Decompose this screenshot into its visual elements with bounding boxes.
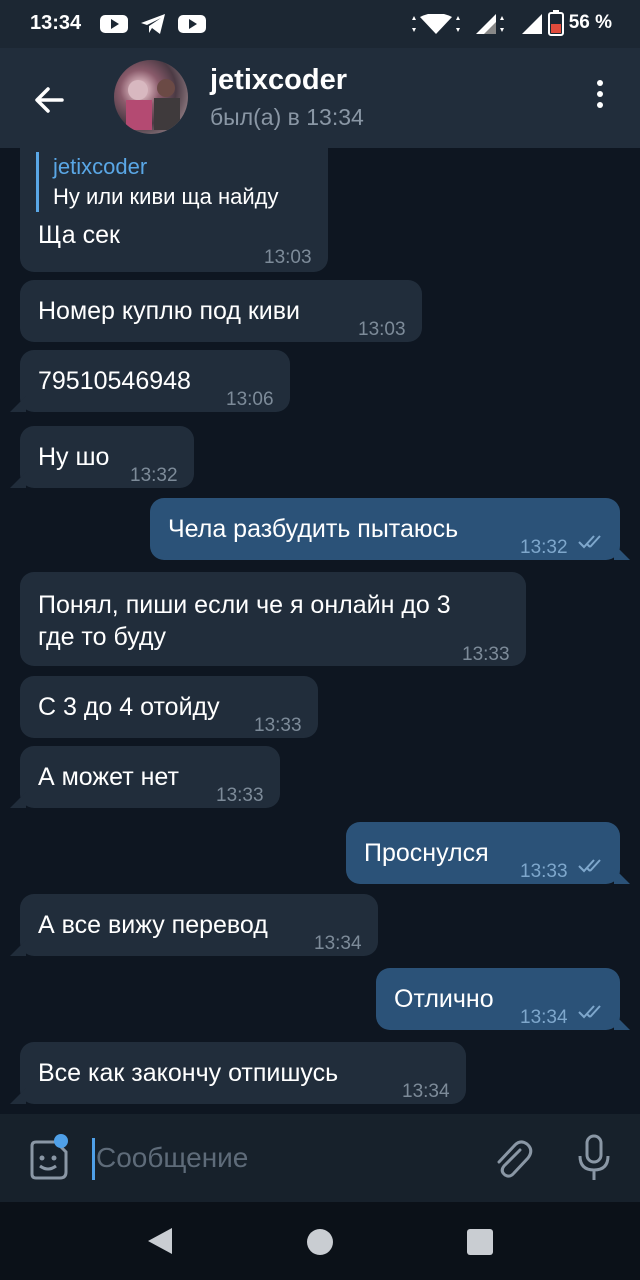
message-time: 13:34 bbox=[520, 1007, 568, 1028]
battery-percent: 56 % bbox=[568, 12, 612, 33]
double-check-icon bbox=[578, 859, 601, 873]
attach-paperclip-icon[interactable] bbox=[490, 1138, 534, 1182]
youtube-icon-2 bbox=[178, 15, 206, 33]
reply-author: jetixcoder bbox=[53, 154, 148, 179]
incoming-message[interactable]: Понял, пиши если че я онлайн до 3 где то… bbox=[20, 572, 526, 666]
chat-header: jetixcoder был(а) в 13:34 bbox=[0, 48, 640, 148]
message-text: Номер куплю под киви bbox=[38, 297, 301, 325]
message-text: А все вижу перевод bbox=[38, 911, 268, 939]
incoming-message[interactable]: Номер куплю под киви 13:03 bbox=[20, 280, 422, 342]
message-time: 13:33 bbox=[254, 715, 302, 736]
incoming-message[interactable]: 79510546948 13:06 bbox=[10, 350, 290, 412]
last-seen-status: был(а) в 13:34 bbox=[210, 104, 364, 130]
nav-back-icon[interactable] bbox=[146, 1226, 174, 1256]
outgoing-message[interactable]: Отлично 13:34 bbox=[376, 968, 630, 1030]
youtube-icon bbox=[100, 15, 128, 33]
message-time: 13:34 bbox=[402, 1081, 450, 1102]
message-time: 13:33 bbox=[520, 861, 568, 882]
battery-icon bbox=[548, 10, 564, 36]
microphone-icon[interactable] bbox=[574, 1134, 614, 1182]
status-bar: 13:34 56 % bbox=[0, 0, 640, 48]
double-check-icon bbox=[578, 535, 601, 549]
message-time: 13:32 bbox=[130, 465, 178, 486]
outgoing-message[interactable]: Проснулся 13:33 bbox=[346, 822, 630, 884]
double-check-icon bbox=[578, 1005, 601, 1019]
message-input-bar: Сообщение bbox=[0, 1114, 640, 1202]
more-menu-icon[interactable] bbox=[590, 80, 610, 116]
reply-text: Ну или киви ща найду bbox=[53, 184, 279, 209]
message-time: 13:32 bbox=[520, 537, 568, 558]
back-arrow-icon[interactable] bbox=[30, 80, 70, 120]
message-text: Все как закончу отпишусь bbox=[38, 1059, 339, 1087]
message-input[interactable]: Сообщение bbox=[96, 1142, 248, 1174]
incoming-message[interactable]: jetixcoder Ну или киви ща найду Ща сек 1… bbox=[20, 148, 328, 272]
message-text-line-2: где то буду bbox=[38, 623, 166, 651]
incoming-message[interactable]: А все вижу перевод 13:34 bbox=[10, 894, 378, 956]
message-time: 13:03 bbox=[358, 319, 406, 340]
incoming-message[interactable]: С 3 до 4 отойду 13:33 bbox=[20, 676, 318, 738]
nav-home-icon[interactable] bbox=[306, 1228, 334, 1256]
status-time: 13:34 bbox=[30, 12, 82, 34]
message-text: С 3 до 4 отойду bbox=[38, 693, 220, 721]
message-text: Проснулся bbox=[364, 839, 489, 867]
chat-title[interactable]: jetixcoder bbox=[210, 64, 347, 97]
message-time: 13:06 bbox=[226, 389, 274, 410]
message-text-line-1: Понял, пиши если че я онлайн до 3 bbox=[38, 591, 451, 619]
system-nav-bar bbox=[0, 1202, 640, 1280]
message-text: Чела разбудить пытаюсь bbox=[168, 515, 459, 543]
avatar[interactable] bbox=[114, 60, 188, 134]
message-text: А может нет bbox=[38, 763, 179, 791]
message-text: Ну шо bbox=[38, 443, 110, 471]
reply-quote[interactable]: jetixcoder Ну или киви ща найду bbox=[36, 152, 279, 212]
message-time: 13:03 bbox=[264, 247, 312, 268]
message-text: Отлично bbox=[394, 985, 494, 1013]
incoming-message[interactable]: А может нет 13:33 bbox=[10, 746, 280, 808]
message-time: 13:33 bbox=[216, 785, 264, 806]
message-text: 79510546948 bbox=[38, 367, 191, 395]
nav-recents-icon[interactable] bbox=[466, 1228, 494, 1256]
incoming-message[interactable]: Все как закончу отпишусь 13:34 bbox=[10, 1042, 466, 1104]
message-time: 13:33 bbox=[462, 644, 510, 665]
outgoing-message[interactable]: Чела разбудить пытаюсь 13:32 bbox=[150, 498, 630, 560]
message-time: 13:34 bbox=[314, 933, 362, 954]
cellular-signal-icon bbox=[476, 14, 504, 34]
telegram-icon bbox=[141, 14, 165, 34]
new-stickers-dot bbox=[54, 1134, 68, 1148]
cellular-signal-icon-2 bbox=[522, 14, 542, 34]
text-cursor bbox=[92, 1138, 95, 1180]
incoming-message[interactable]: Ну шо 13:32 bbox=[10, 426, 194, 488]
message-text: Ща сек bbox=[38, 221, 120, 249]
message-list[interactable]: jetixcoder Ну или киви ща найду Ща сек 1… bbox=[0, 148, 640, 1114]
wifi-icon bbox=[412, 14, 460, 34]
